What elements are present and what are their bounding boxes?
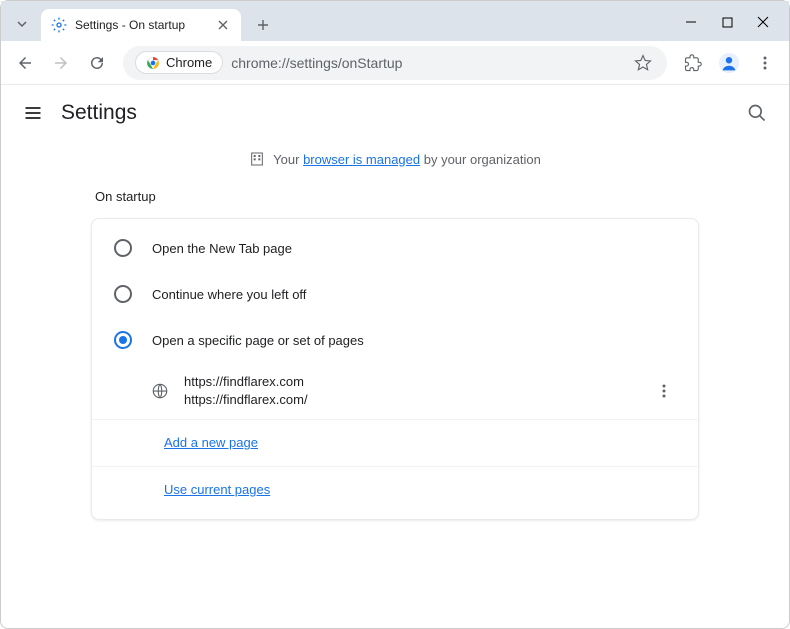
radio-label: Continue where you left off (152, 287, 306, 302)
reload-icon (88, 54, 106, 72)
settings-header: Settings (1, 85, 789, 141)
radio-icon (114, 285, 132, 303)
close-icon (757, 16, 769, 28)
search-settings-button[interactable] (745, 101, 769, 125)
back-button[interactable] (9, 47, 41, 79)
minimize-button[interactable] (673, 7, 709, 37)
settings-content: On startup Open the New Tab page Continu… (1, 189, 789, 520)
startup-page-url: https://findflarex.com/ (184, 391, 652, 409)
window-titlebar: Settings - On startup (1, 1, 789, 41)
startup-page-item: https://findflarex.com https://findflare… (92, 363, 698, 419)
extensions-button[interactable] (677, 47, 709, 79)
radio-new-tab[interactable]: Open the New Tab page (92, 225, 698, 271)
star-icon (634, 54, 652, 72)
site-chip[interactable]: Chrome (135, 51, 223, 74)
maximize-button[interactable] (709, 7, 745, 37)
radio-icon (114, 239, 132, 257)
add-new-page-link[interactable]: Add a new page (164, 435, 258, 450)
menu-button[interactable] (749, 47, 781, 79)
radio-label: Open a specific page or set of pages (152, 333, 364, 348)
maximize-icon (722, 17, 733, 28)
profile-avatar-icon (718, 52, 740, 74)
tab-search-button[interactable] (9, 11, 35, 37)
page-more-button[interactable] (652, 379, 676, 403)
minimize-icon (685, 16, 697, 28)
settings-gear-icon (51, 17, 67, 33)
chrome-logo-icon (146, 56, 160, 70)
radio-label: Open the New Tab page (152, 241, 292, 256)
radio-continue[interactable]: Continue where you left off (92, 271, 698, 317)
radio-specific-pages[interactable]: Open a specific page or set of pages (92, 317, 698, 363)
more-vertical-icon (757, 55, 773, 71)
close-window-button[interactable] (745, 7, 781, 37)
managed-link[interactable]: browser is managed (303, 152, 420, 167)
arrow-left-icon (16, 54, 34, 72)
arrow-right-icon (52, 54, 70, 72)
browser-toolbar: Chrome chrome://settings/onStartup (1, 41, 789, 85)
search-icon (747, 103, 767, 123)
new-tab-button[interactable] (249, 11, 277, 39)
use-current-row: Use current pages (92, 466, 698, 513)
startup-card: Open the New Tab page Continue where you… (91, 218, 699, 520)
managed-text: Your browser is managed by your organiza… (273, 152, 541, 167)
profile-button[interactable] (713, 47, 745, 79)
tab-title: Settings - On startup (75, 18, 215, 32)
close-icon (218, 20, 228, 30)
reload-button[interactable] (81, 47, 113, 79)
hamburger-icon (23, 103, 43, 123)
tab-close-button[interactable] (215, 17, 231, 33)
startup-page-title: https://findflarex.com (184, 373, 652, 391)
add-page-row: Add a new page (92, 419, 698, 466)
globe-icon (150, 381, 170, 401)
window-controls (673, 7, 781, 37)
use-current-pages-link[interactable]: Use current pages (164, 482, 270, 497)
bookmark-button[interactable] (631, 51, 655, 75)
menu-toggle-button[interactable] (21, 101, 45, 125)
site-chip-label: Chrome (166, 55, 212, 70)
plus-icon (257, 19, 269, 31)
browser-tab[interactable]: Settings - On startup (41, 9, 241, 41)
chevron-down-icon (16, 18, 28, 30)
more-vertical-icon (656, 383, 672, 399)
forward-button[interactable] (45, 47, 77, 79)
radio-icon (114, 331, 132, 349)
section-title: On startup (95, 189, 699, 204)
url-text: chrome://settings/onStartup (231, 55, 623, 71)
page-title: Settings (61, 101, 137, 125)
puzzle-icon (684, 54, 702, 72)
address-bar[interactable]: Chrome chrome://settings/onStartup (123, 46, 667, 80)
managed-banner: Your browser is managed by your organiza… (1, 141, 789, 177)
startup-page-text: https://findflarex.com https://findflare… (184, 373, 652, 409)
building-icon (249, 151, 265, 167)
